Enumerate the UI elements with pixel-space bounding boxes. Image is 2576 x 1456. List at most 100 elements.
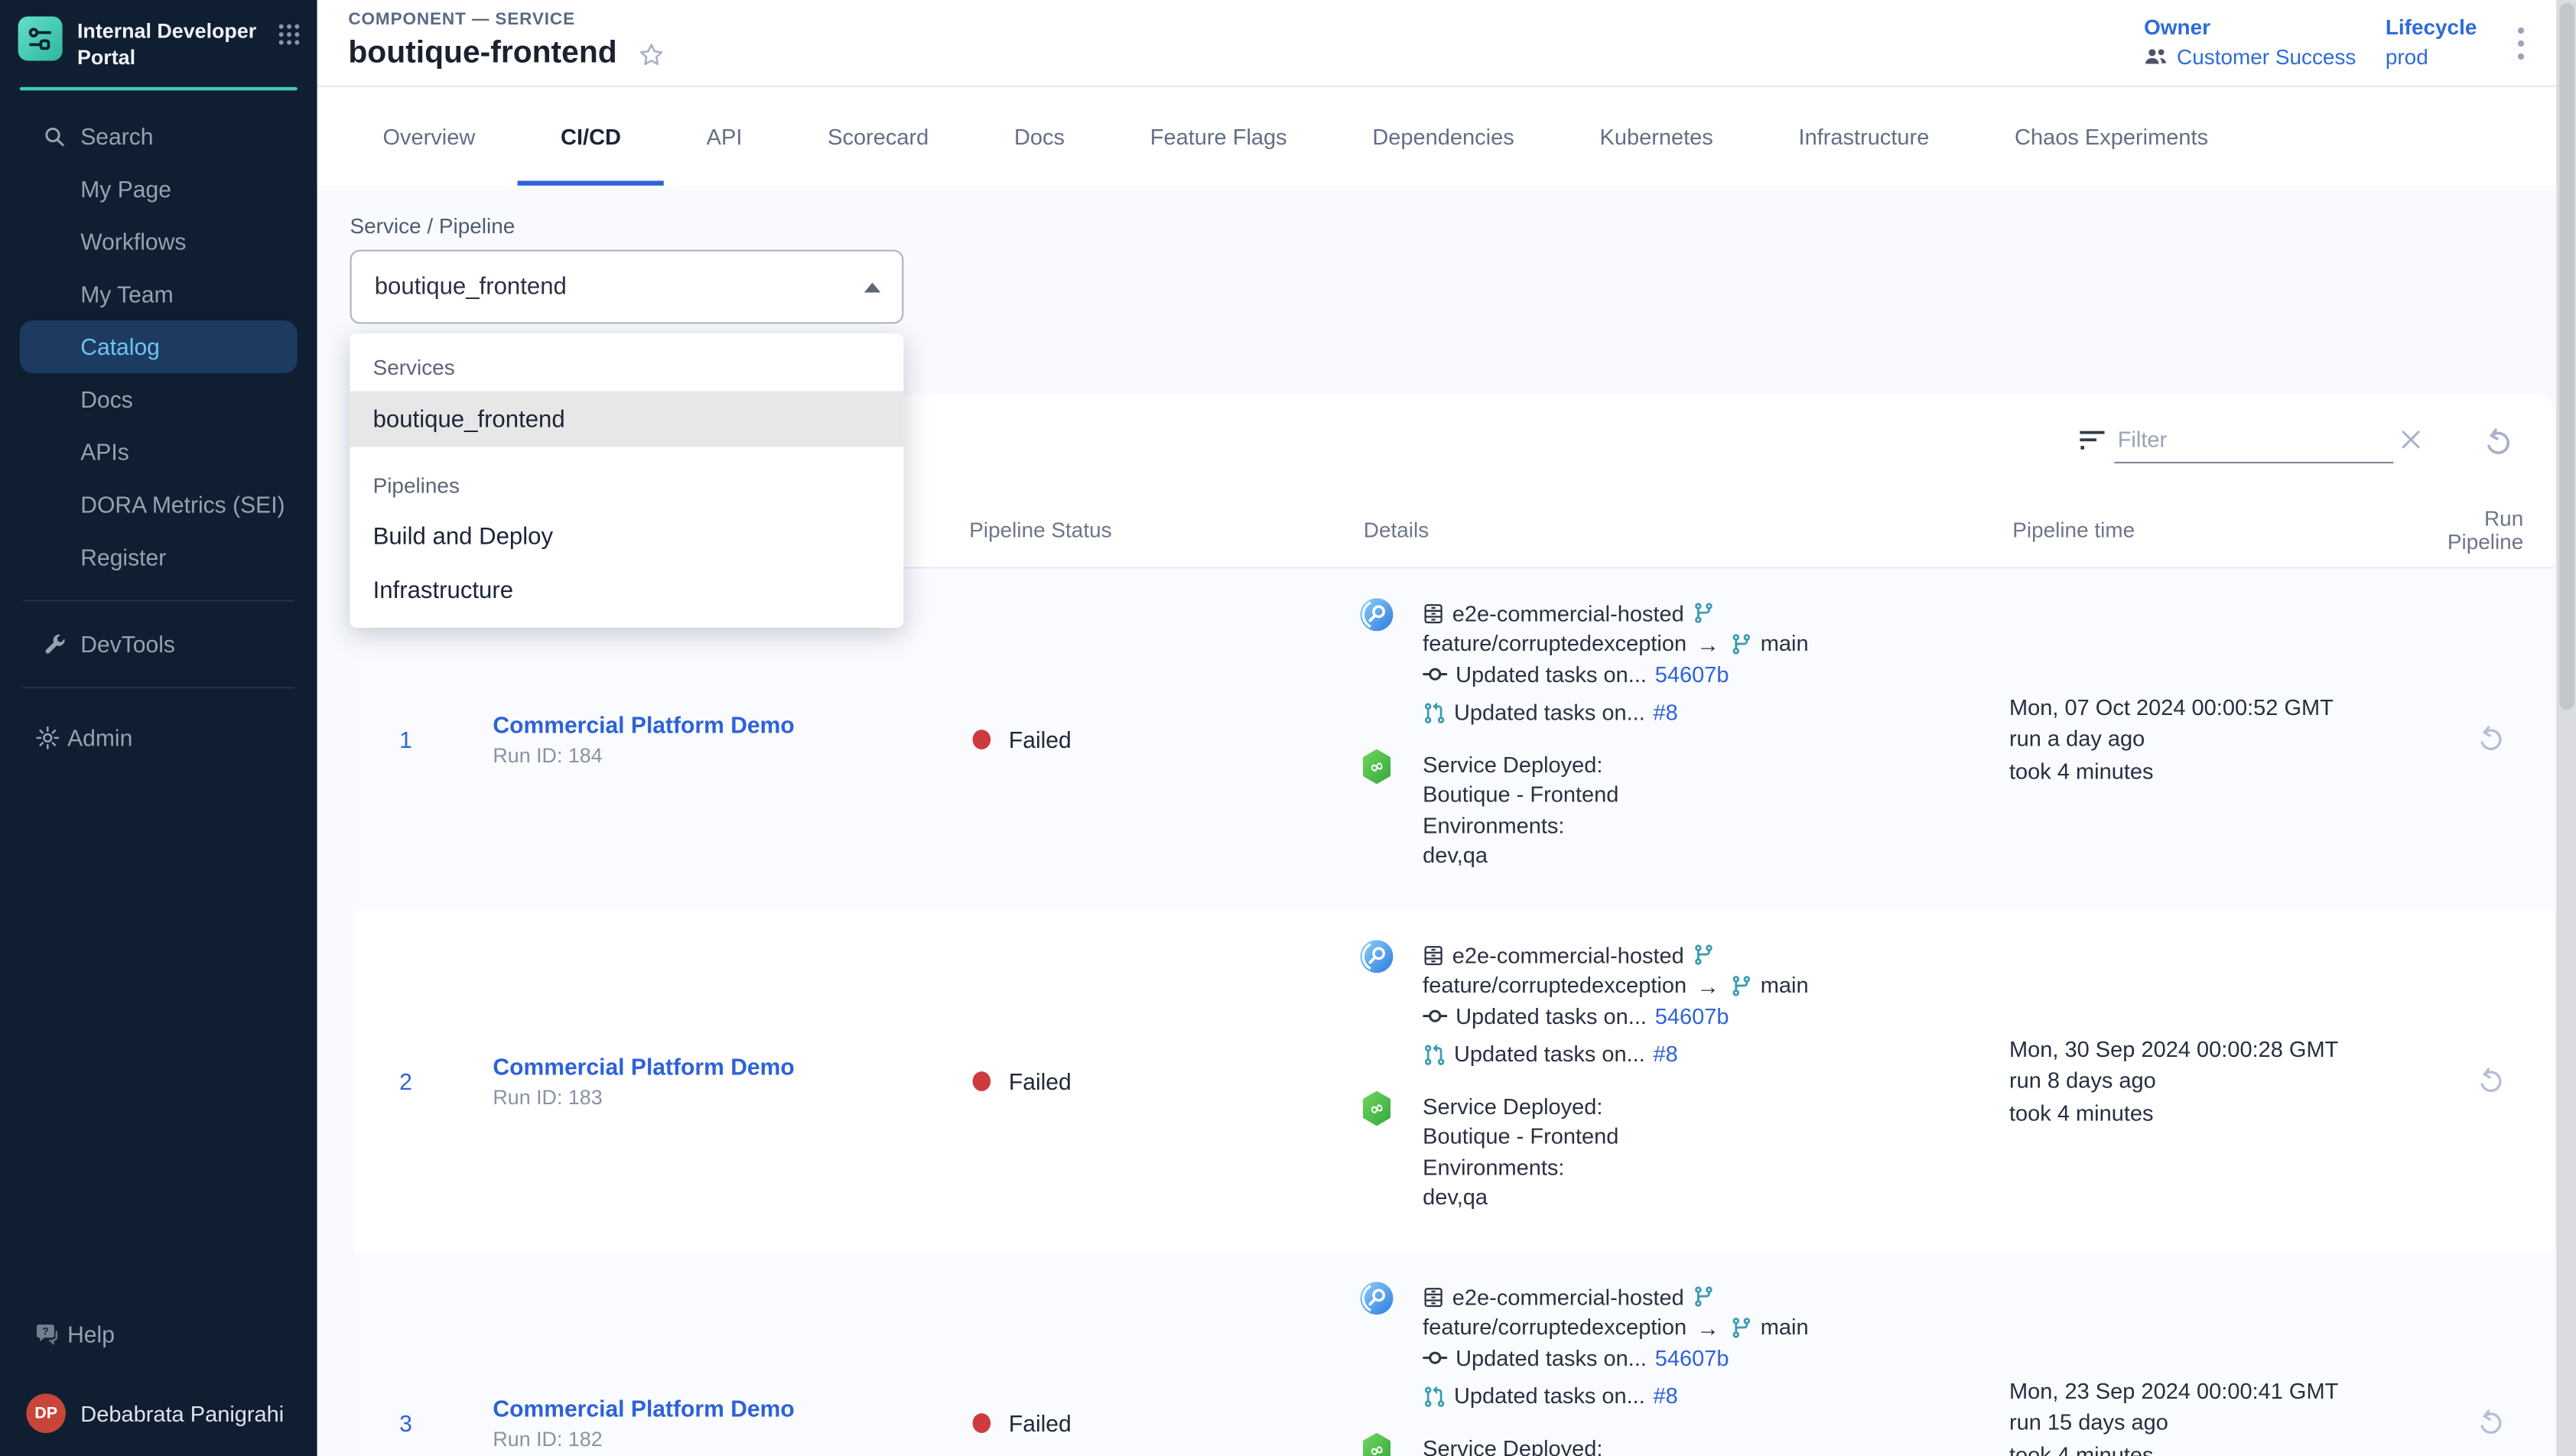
- page-scrollbar[interactable]: [2556, 0, 2576, 1456]
- sidebar-item-workflows[interactable]: Workflows: [0, 214, 317, 267]
- sidebar-item-label: APIs: [80, 438, 129, 464]
- commit-id-link[interactable]: 54607b: [1655, 662, 1729, 687]
- repo-name[interactable]: e2e-commercial-hosted: [1452, 943, 1684, 967]
- status-failed-dot-icon: [973, 1413, 991, 1433]
- cd-phase: ∞ Service Deployed: Boutique - Frontend …: [1361, 1091, 2000, 1213]
- status-label: Failed: [1009, 1410, 1072, 1436]
- sidebar-item-label: Help: [67, 1321, 115, 1347]
- col-header-details: Details: [1351, 518, 1999, 542]
- target-branch: main: [1761, 1315, 1809, 1340]
- dropdown-option-infrastructure[interactable]: Infrastructure: [350, 564, 904, 618]
- tab-api[interactable]: API: [664, 87, 785, 186]
- clear-filter-icon[interactable]: [2400, 429, 2422, 450]
- avatar: DP: [26, 1393, 66, 1433]
- rerun-pipeline-button[interactable]: [2475, 1409, 2505, 1438]
- filter-icon: [2080, 429, 2104, 452]
- tab-cicd[interactable]: CI/CD: [518, 87, 664, 186]
- filter-input[interactable]: [2114, 421, 2393, 463]
- tab-feature-flags[interactable]: Feature Flags: [1107, 87, 1330, 186]
- sidebar: Internal Developer Portal Search My Pa: [0, 0, 317, 1456]
- status-label: Failed: [1009, 726, 1072, 752]
- repo-name[interactable]: e2e-commercial-hosted: [1452, 1285, 1684, 1309]
- pipeline-name-cell: Commercial Platform Demo Run ID: 182: [457, 1253, 956, 1456]
- cd-details: Service Deployed: Boutique - Frontend En…: [1423, 1433, 1999, 1456]
- details-cell: e2e-commercial-hosted feature/corruptede…: [1351, 911, 1999, 1253]
- environments-label: Environments:: [1423, 810, 1999, 840]
- pipeline-name-link[interactable]: Commercial Platform Demo: [493, 1054, 956, 1080]
- owner-link[interactable]: Customer Success: [2177, 44, 2356, 69]
- environments-value: dev,qa: [1423, 840, 1999, 871]
- sidebar-item-help[interactable]: ? Help: [0, 1308, 317, 1361]
- run-duration: took 4 minutes: [2009, 1439, 2427, 1456]
- dropdown-option-boutique-frontend[interactable]: boutique_frontend: [350, 393, 904, 447]
- dropdown-option-build-and-deploy[interactable]: Build and Deploy: [350, 509, 904, 564]
- commit-id-link[interactable]: 54607b: [1655, 1003, 1729, 1028]
- tab-dependencies[interactable]: Dependencies: [1330, 87, 1557, 186]
- commit-id-link[interactable]: 54607b: [1655, 1345, 1729, 1370]
- sidebar-item-register[interactable]: Register: [0, 530, 317, 583]
- sidebar-item-my-team[interactable]: My Team: [0, 267, 317, 320]
- run-id: Run ID: 182: [493, 1428, 956, 1451]
- rerun-pipeline-button[interactable]: [2475, 725, 2505, 755]
- sidebar-item-search[interactable]: Search: [0, 109, 317, 162]
- cicd-content: Pipeline Status Details Pipeline time Ru…: [317, 186, 2576, 1456]
- app-switcher-icon[interactable]: [278, 23, 301, 46]
- sidebar-item-apis[interactable]: APIs: [0, 425, 317, 478]
- tab-kubernetes[interactable]: Kubernetes: [1557, 87, 1756, 186]
- sidebar-item-my-page[interactable]: My Page: [0, 162, 317, 215]
- ci-phase: e2e-commercial-hosted feature/corruptede…: [1361, 1282, 2000, 1412]
- ci-phase: e2e-commercial-hosted feature/corruptede…: [1361, 940, 2000, 1070]
- repository-icon: [1423, 603, 1444, 624]
- caret-up-icon: [864, 283, 880, 293]
- pipeline-name-link[interactable]: Commercial Platform Demo: [493, 1395, 956, 1421]
- pr-number-link[interactable]: #8: [1654, 1042, 1678, 1067]
- col-header-run: Run Pipeline: [2427, 508, 2553, 553]
- entity-tabs: Overview CI/CD API Scorecard Docs Featur…: [317, 87, 2576, 186]
- favorite-star-icon[interactable]: [637, 41, 665, 69]
- app-viewport: Internal Developer Portal Search My Pa: [0, 0, 2576, 1456]
- pr-message: Updated tasks on...: [1454, 700, 1645, 725]
- service-deployed-label: Service Deployed:: [1423, 1433, 1999, 1456]
- tab-docs[interactable]: Docs: [971, 87, 1107, 186]
- user-menu[interactable]: DP Debabrata Panigrahi: [0, 1383, 317, 1442]
- service-pipeline-select[interactable]: boutique_frontend: [350, 250, 904, 324]
- table-row: 2 Commercial Platform Demo Run ID: 183 F…: [355, 911, 2553, 1253]
- sidebar-item-devtools[interactable]: DevTools: [0, 617, 317, 670]
- refresh-icon[interactable]: [2483, 427, 2514, 459]
- pipeline-time-cell: Mon, 23 Sep 2024 00:00:41 GMT run 15 day…: [1999, 1253, 2426, 1456]
- run-index-link[interactable]: 3: [355, 1253, 457, 1456]
- sidebar-item-docs[interactable]: Docs: [0, 372, 317, 425]
- sidebar-item-label: DORA Metrics (SEI): [80, 490, 285, 516]
- pr-number-link[interactable]: #8: [1654, 700, 1678, 725]
- cd-stage-icon: ∞: [1361, 1091, 1394, 1213]
- entity-header: COMPONENT — SERVICE boutique-frontend Ow…: [317, 0, 2576, 87]
- tab-infrastructure[interactable]: Infrastructure: [1756, 87, 1973, 186]
- git-branch-icon: [1693, 944, 1716, 967]
- pr-number-link[interactable]: #8: [1654, 1384, 1678, 1409]
- tab-scorecard[interactable]: Scorecard: [785, 87, 971, 186]
- scrollbar-thumb[interactable]: [2558, 3, 2573, 710]
- status-label: Failed: [1009, 1068, 1072, 1094]
- kebab-menu-icon[interactable]: [2513, 23, 2528, 64]
- pipeline-logo-icon: [24, 23, 56, 54]
- pipeline-name-link[interactable]: Commercial Platform Demo: [493, 712, 956, 738]
- select-value: boutique_frontend: [375, 274, 567, 300]
- source-branch: feature/corruptedexception: [1423, 1315, 1686, 1340]
- select-dropdown-menu: Services boutique_frontend Pipelines Bui…: [350, 333, 904, 628]
- sidebar-item-label: Register: [80, 543, 166, 569]
- run-index-link[interactable]: 2: [355, 911, 457, 1253]
- repo-name[interactable]: e2e-commercial-hosted: [1452, 601, 1684, 626]
- owner-block: Owner Customer Success: [2144, 15, 2356, 69]
- environments-value: dev,qa: [1423, 1182, 1999, 1213]
- pull-request-icon: [1423, 1043, 1446, 1066]
- details-cell: e2e-commercial-hosted feature/corruptede…: [1351, 569, 1999, 911]
- arrow-right-icon: →: [1695, 1315, 1721, 1341]
- rerun-pipeline-button[interactable]: [2475, 1067, 2505, 1097]
- sidebar-item-catalog[interactable]: Catalog: [20, 320, 298, 372]
- app-logo: [18, 16, 63, 60]
- tab-chaos-experiments[interactable]: Chaos Experiments: [1972, 87, 2251, 186]
- dropdown-group-services: Services: [350, 343, 904, 392]
- sidebar-item-admin[interactable]: Admin: [0, 710, 317, 763]
- sidebar-item-dora-metrics[interactable]: DORA Metrics (SEI): [0, 477, 317, 530]
- tab-overview[interactable]: Overview: [340, 87, 519, 186]
